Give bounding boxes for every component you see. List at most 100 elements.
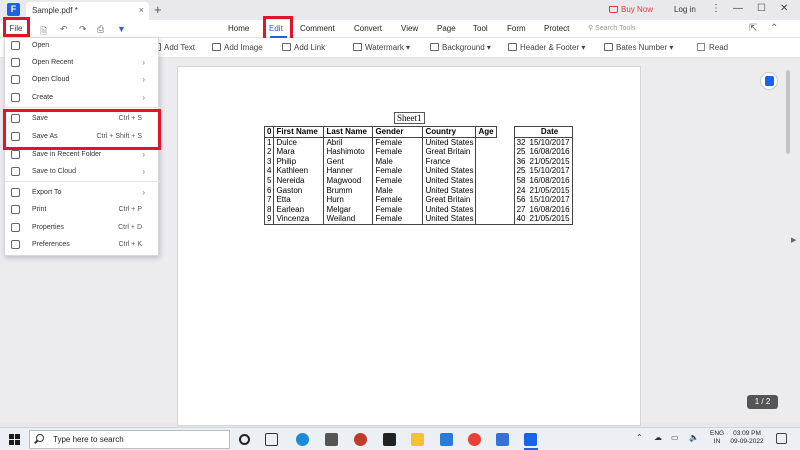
notification-icon[interactable]: [776, 433, 787, 444]
table-cell: 4: [263, 166, 274, 176]
pdf-editor-taskbar-icon[interactable]: [524, 433, 537, 446]
search-tools-button[interactable]: ⚲ Search Tools: [588, 24, 635, 32]
snip-tool-icon[interactable]: [354, 433, 367, 446]
buy-now-label: Buy Now: [621, 5, 654, 14]
folder-icon: [11, 150, 20, 159]
file-menu-item-export-to[interactable]: Export To ›: [5, 185, 160, 202]
undo-icon[interactable]: ↶: [60, 24, 68, 35]
header-footer-icon: [508, 43, 517, 51]
file-menu-item-label: Open: [32, 42, 50, 49]
tab-convert[interactable]: Convert: [354, 24, 382, 33]
file-menu-item-save[interactable]: Save Ctrl + S: [5, 111, 160, 128]
file-menu-item-create[interactable]: Create ›: [5, 90, 160, 107]
table-cell: [476, 186, 496, 196]
buy-now-button[interactable]: Buy Now: [609, 5, 653, 14]
sheet-title: Sheet1: [394, 112, 425, 124]
tab-view[interactable]: View: [401, 24, 418, 33]
tab-tool[interactable]: Tool: [473, 24, 488, 33]
table-cell: 25: [513, 166, 528, 176]
header-date: Date: [527, 126, 573, 138]
tab-page[interactable]: Page: [437, 24, 456, 33]
ai-assistant-button[interactable]: [760, 72, 778, 90]
close-tab-icon[interactable]: ×: [139, 5, 144, 15]
file-menu-item-save-in-recent-folder[interactable]: Save in Recent Folder ›: [5, 147, 160, 164]
file-menu-item-save-to-cloud[interactable]: Save to Cloud ›: [5, 164, 160, 181]
windows-start-icon[interactable]: [9, 434, 20, 445]
file-menu-item-label: Open Recent: [32, 59, 74, 66]
table-cell: 6: [263, 185, 274, 196]
word-icon[interactable]: [496, 433, 509, 446]
file-explorer-icon[interactable]: [411, 433, 424, 446]
task-view-icon[interactable]: [265, 433, 278, 446]
table-gap-cell: [496, 186, 514, 196]
taskbar-search-box[interactable]: Type here to search: [29, 430, 230, 449]
table-cell: 21/05/2015: [527, 214, 573, 225]
tab-edit[interactable]: Edit: [269, 24, 283, 33]
volume-icon[interactable]: 🔈: [689, 433, 699, 442]
chrome-icon[interactable]: [468, 433, 481, 446]
cart-icon: [609, 6, 618, 13]
table-cell: 27: [513, 204, 528, 215]
table-cell: Earlean: [273, 204, 325, 215]
file-menu-shortcut: Ctrl + S: [118, 115, 142, 122]
pdf-page: Sheet1 0 First Name Last Name Gender Cou…: [177, 66, 641, 426]
minimize-icon[interactable]: —: [733, 3, 743, 14]
calculator-icon[interactable]: [325, 433, 338, 446]
file-menu-item-open-cloud[interactable]: Open Cloud ›: [5, 72, 160, 89]
folder-icon: [11, 41, 20, 50]
language-indicator[interactable]: ENG IN: [710, 430, 724, 446]
maximize-icon[interactable]: ☐: [757, 3, 766, 14]
tab-home[interactable]: Home: [228, 24, 249, 33]
clock[interactable]: 03:09 PM 09-09-2022: [730, 430, 764, 446]
vertical-scrollbar[interactable]: [786, 70, 790, 154]
print-icon[interactable]: ⎙: [97, 24, 104, 35]
info-icon: [11, 223, 20, 232]
quick-access-dropdown-icon[interactable]: ▼: [117, 24, 126, 34]
media-icon[interactable]: [383, 433, 396, 446]
background-button[interactable]: Background ▾: [430, 43, 491, 52]
expand-icon[interactable]: ⌃: [770, 23, 778, 34]
taskbar-search-placeholder: Type here to search: [53, 435, 124, 444]
read-checkbox[interactable]: Read: [697, 43, 728, 52]
table-cell: Hanner: [323, 166, 374, 176]
mail-icon[interactable]: [440, 433, 453, 446]
table-row: 6 Gaston Brumm Male United States 24 21/05/201…: [263, 185, 573, 196]
file-menu-item-save-as[interactable]: Save As Ctrl + Shift + S: [5, 129, 160, 146]
close-window-icon[interactable]: ✕: [780, 3, 788, 14]
tab-form[interactable]: Form: [507, 24, 526, 33]
document-tab[interactable]: Sample.pdf * ×: [26, 2, 149, 20]
bates-number-label: Bates Number: [616, 43, 668, 52]
tab-protect[interactable]: Protect: [544, 24, 569, 33]
file-menu-item-print[interactable]: Print Ctrl + P: [5, 202, 160, 219]
table-cell: Male: [372, 185, 424, 196]
table-cell: Female: [372, 175, 424, 186]
share-icon[interactable]: ⇱: [749, 23, 757, 34]
add-link-button[interactable]: Add Link: [282, 43, 325, 52]
more-icon[interactable]: ⋮: [711, 3, 721, 14]
redo-icon[interactable]: ↷: [79, 24, 87, 35]
chevron-right-icon[interactable]: ▶: [791, 236, 796, 244]
new-tab-button[interactable]: +: [154, 2, 162, 17]
cortana-icon[interactable]: [239, 434, 250, 445]
file-menu-item-open[interactable]: Open: [5, 38, 160, 55]
chevron-right-icon: ›: [142, 93, 145, 102]
table-cell: Mara: [273, 147, 325, 157]
add-image-button[interactable]: Add Image: [212, 43, 263, 52]
file-menu-item-open-recent[interactable]: Open Recent ›: [5, 55, 160, 72]
header-footer-button[interactable]: Header & Footer ▾: [508, 43, 585, 52]
watermark-button[interactable]: Watermark ▾: [353, 43, 410, 52]
tab-comment[interactable]: Comment: [300, 24, 335, 33]
table-cell: 7: [263, 195, 274, 205]
login-button[interactable]: Log in: [674, 5, 696, 14]
network-icon[interactable]: ▭: [671, 433, 679, 442]
file-menu-item-properties[interactable]: Properties Ctrl + D: [5, 220, 160, 237]
table-row: 3 Philip Gent Male France 36 21/05/2015: [263, 156, 573, 167]
cloud-icon[interactable]: ☁: [654, 433, 662, 442]
header-gap: [496, 127, 514, 138]
bates-number-button[interactable]: Bates Number ▾: [604, 43, 673, 52]
file-menu-shortcut: Ctrl + K: [118, 241, 142, 248]
file-menu-button[interactable]: File: [6, 21, 26, 37]
file-menu-item-preferences[interactable]: Preferences Ctrl + K: [5, 237, 160, 254]
chevron-up-icon[interactable]: ⌃: [636, 433, 643, 442]
edge-icon[interactable]: [296, 433, 309, 446]
